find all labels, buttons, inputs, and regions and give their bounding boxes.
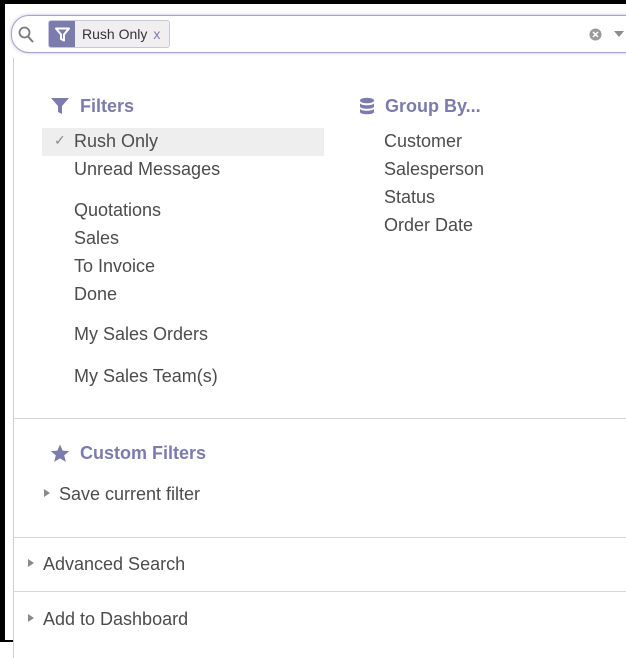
filter-item-done[interactable]: Done — [74, 284, 117, 305]
filter-item-sales[interactable]: Sales — [74, 228, 119, 249]
filter-item-quotations[interactable]: Quotations — [74, 200, 161, 221]
divider — [14, 537, 626, 538]
database-icon — [360, 97, 374, 114]
advanced-search-label: Advanced Search — [43, 554, 186, 574]
filter-item-unread-messages[interactable]: Unread Messages — [74, 159, 220, 180]
window-frame-top — [0, 0, 626, 4]
advanced-search-toggle[interactable]: Advanced Search — [28, 554, 185, 575]
save-current-filter-toggle[interactable]: Save current filter — [44, 484, 200, 505]
star-icon — [50, 444, 70, 462]
caret-right-icon — [28, 559, 34, 568]
caret-right-icon — [44, 489, 50, 498]
filter-item-my-sales-teams[interactable]: My Sales Team(s) — [74, 366, 218, 387]
window-frame-left — [0, 0, 5, 642]
group-by-header: Group By... — [359, 96, 481, 117]
checkmark-icon: ✓ — [54, 132, 66, 148]
group-by-item-status[interactable]: Status — [384, 187, 435, 208]
add-to-dashboard-label: Add to Dashboard — [43, 609, 189, 629]
caret-right-icon — [28, 614, 34, 623]
facet-remove-button[interactable]: x — [151, 26, 169, 42]
custom-filters-header: Custom Filters — [50, 443, 206, 464]
group-by-item-salesperson[interactable]: Salesperson — [384, 159, 484, 180]
clear-search-icon[interactable] — [589, 28, 602, 46]
dropdown-toggle-icon[interactable] — [614, 31, 624, 37]
group-by-item-order-date[interactable]: Order Date — [384, 215, 473, 236]
search-icon[interactable] — [18, 26, 34, 48]
add-to-dashboard-toggle[interactable]: Add to Dashboard — [28, 609, 188, 630]
filter-item-rush-only[interactable]: Rush Only — [74, 131, 158, 152]
filter-icon — [51, 98, 69, 114]
filters-title: Filters — [80, 96, 135, 116]
filter-icon — [49, 21, 75, 47]
custom-filters-title: Custom Filters — [80, 443, 207, 463]
divider — [14, 591, 626, 592]
filter-item-to-invoice[interactable]: To Invoice — [74, 256, 155, 277]
divider — [14, 418, 626, 419]
save-current-filter-label: Save current filter — [59, 484, 201, 504]
filter-item-my-sales-orders[interactable]: My Sales Orders — [74, 324, 208, 345]
group-by-item-customer[interactable]: Customer — [384, 131, 462, 152]
group-by-title: Group By... — [385, 96, 481, 116]
search-facet-rush-only: Rush Only x — [48, 20, 171, 48]
filters-header: Filters — [50, 96, 134, 117]
facet-label: Rush Only — [82, 26, 148, 42]
